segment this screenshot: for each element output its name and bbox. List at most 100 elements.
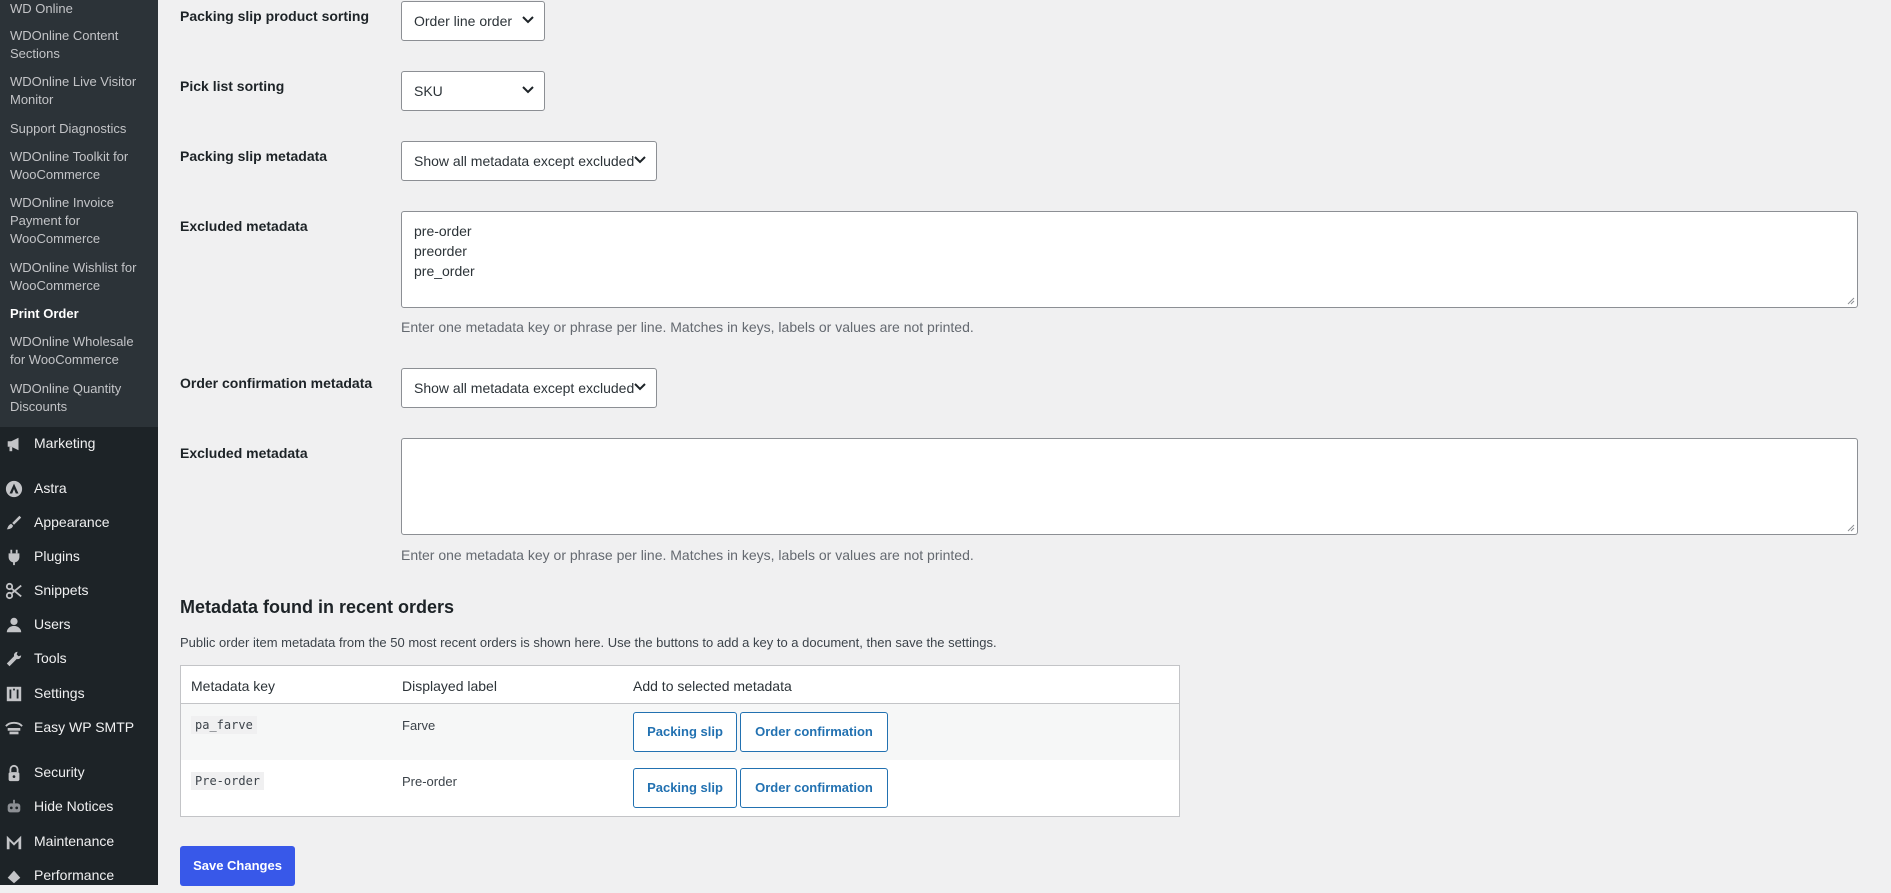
menu-label: Security bbox=[34, 764, 85, 780]
excluded-metadata-help: Enter one metadata key or phrase per lin… bbox=[401, 319, 974, 335]
select-value: Show all metadata except excluded bbox=[414, 380, 635, 396]
submenu-item-toolkit[interactable]: WDOnline Toolkit for WooCommerce bbox=[10, 148, 152, 184]
excluded-metadata-label-2: Excluded metadata bbox=[180, 445, 308, 461]
resize-handle-icon[interactable] bbox=[1847, 524, 1855, 532]
astra-icon bbox=[5, 480, 23, 498]
menu-item-marketing[interactable]: Marketing bbox=[0, 427, 158, 461]
table-row: pa_farve Farve Packing slip Order confir… bbox=[181, 704, 1179, 760]
menu-label: Users bbox=[34, 616, 71, 632]
add-order-confirmation-button[interactable]: Order confirmation bbox=[740, 712, 888, 752]
admin-sidebar: WD Online WDOnline Content Sections WDOnl… bbox=[0, 0, 158, 885]
submenu-label: Discounts bbox=[10, 399, 68, 414]
submenu-label: WDOnline Live Visitor bbox=[10, 74, 137, 89]
resize-handle-icon[interactable] bbox=[1847, 297, 1855, 305]
menu-label: Appearance bbox=[34, 514, 110, 530]
menu-item-plugins[interactable]: Plugins bbox=[0, 540, 158, 574]
submenu-label: WD Online bbox=[10, 1, 73, 16]
submenu-label: WooCommerce bbox=[10, 167, 101, 182]
select-value: SKU bbox=[414, 83, 443, 99]
menu-item-appearance[interactable]: Appearance bbox=[0, 506, 158, 540]
robot-icon bbox=[7, 799, 21, 813]
chevron-down-icon bbox=[634, 156, 646, 164]
megaphone-icon bbox=[7, 437, 19, 452]
menu-item-easy-wp-smtp[interactable]: Easy WP SMTP bbox=[0, 711, 158, 745]
pick-sort-select[interactable]: SKU bbox=[401, 71, 545, 111]
packing-meta-select[interactable]: Show all metadata except excluded bbox=[401, 141, 657, 181]
column-header-add-to-selected: Add to selected metadata bbox=[633, 678, 792, 694]
packing-sort-select[interactable]: Order line order bbox=[401, 1, 545, 41]
submenu-label: Print Order bbox=[10, 306, 79, 321]
save-changes-button[interactable]: Save Changes bbox=[180, 846, 295, 886]
menu-label: Snippets bbox=[34, 582, 89, 598]
metadata-key-code: Pre-order bbox=[191, 772, 265, 790]
user-icon bbox=[6, 617, 22, 633]
menu-item-users[interactable]: Users bbox=[0, 608, 158, 642]
submenu-label: WDOnline Quantity bbox=[10, 381, 122, 396]
table-row: Pre-order Pre-order Packing slip Order c… bbox=[181, 760, 1179, 816]
menu-label: Maintenance bbox=[34, 833, 115, 849]
displayed-label: Pre-order bbox=[402, 774, 457, 789]
submenu-item-wishlist[interactable]: WDOnline Wishlist for WooCommerce bbox=[10, 259, 152, 295]
plug-icon bbox=[8, 549, 20, 566]
metadata-section-heading: Metadata found in recent orders bbox=[180, 597, 455, 617]
submenu-label: Sections bbox=[10, 46, 60, 61]
menu-item-astra[interactable]: Astra bbox=[0, 472, 158, 506]
add-packing-slip-button[interactable]: Packing slip bbox=[633, 768, 737, 808]
submenu-item-print-order[interactable]: Print Order bbox=[10, 305, 152, 323]
submenu-item-wd-online[interactable]: WD Online bbox=[10, 0, 152, 18]
excluded-metadata-help-2: Enter one metadata key or phrase per lin… bbox=[401, 547, 974, 563]
submenu-item-invoice-payment[interactable]: WDOnline Invoice Payment for WooCommerce bbox=[10, 194, 152, 248]
lock-icon bbox=[8, 764, 20, 782]
submenu: WD Online WDOnline Content Sections WDOnl… bbox=[0, 0, 158, 427]
menu-item-maintenance[interactable]: Maintenance bbox=[0, 825, 158, 859]
confirm-meta-select[interactable]: Show all metadata except excluded bbox=[401, 368, 657, 408]
submenu-label: Payment for bbox=[10, 213, 81, 228]
excluded-metadata-label: Excluded metadata bbox=[180, 218, 308, 234]
metadata-table: Metadata key Displayed label Add to sele… bbox=[180, 665, 1180, 817]
menu-label: Easy WP SMTP bbox=[34, 719, 135, 735]
menu-item-settings[interactable]: Settings bbox=[0, 677, 158, 711]
smtp-icon bbox=[5, 721, 23, 735]
excluded-metadata-textarea[interactable]: pre-order preorder pre_order bbox=[401, 211, 1858, 308]
menu-label: Astra bbox=[34, 480, 67, 496]
menu-label: Marketing bbox=[34, 435, 96, 451]
submenu-label: Monitor bbox=[10, 92, 54, 107]
paintbrush-icon bbox=[6, 515, 22, 530]
metadata-section-description: Public order item metadata from the 50 m… bbox=[180, 635, 997, 650]
chevron-down-icon bbox=[522, 86, 534, 94]
menu-item-tools[interactable]: Tools bbox=[0, 642, 158, 676]
chevron-down-icon bbox=[634, 383, 646, 391]
submenu-label: WooCommerce bbox=[10, 278, 101, 293]
menu-item-security[interactable]: Security bbox=[0, 756, 158, 790]
menu-item-hide-notices[interactable]: Hide Notices bbox=[0, 790, 158, 824]
add-order-confirmation-button[interactable]: Order confirmation bbox=[740, 768, 888, 808]
submenu-item-live-visitor-monitor[interactable]: WDOnline Live Visitor Monitor bbox=[10, 73, 152, 109]
submenu-label: Support Diagnostics bbox=[10, 121, 127, 136]
metadata-key-code: pa_farve bbox=[191, 716, 257, 734]
column-header-metadata-key: Metadata key bbox=[191, 678, 276, 694]
select-value: Order line order bbox=[414, 13, 513, 29]
textarea-line: pre_order bbox=[414, 263, 475, 279]
add-packing-slip-button[interactable]: Packing slip bbox=[633, 712, 737, 752]
excluded-metadata-textarea-2[interactable] bbox=[401, 438, 1858, 535]
menu-label: Plugins bbox=[34, 548, 80, 564]
scissors-icon bbox=[5, 582, 22, 600]
submenu-item-quantity-discounts[interactable]: WDOnline Quantity Discounts bbox=[10, 380, 152, 416]
performance-icon bbox=[7, 870, 21, 884]
textarea-line: preorder bbox=[414, 243, 467, 259]
select-value: Show all metadata except excluded bbox=[414, 153, 635, 169]
confirm-meta-label: Order confirmation metadata bbox=[180, 375, 373, 391]
displayed-label: Farve bbox=[402, 718, 436, 733]
packing-meta-label: Packing slip metadata bbox=[180, 148, 328, 164]
submenu-label: WooCommerce bbox=[10, 231, 101, 246]
menu-item-performance[interactable]: Performance bbox=[0, 859, 158, 893]
settings-icon bbox=[6, 686, 22, 702]
submenu-item-support-diagnostics[interactable]: Support Diagnostics bbox=[10, 120, 152, 138]
packing-sort-label: Packing slip product sorting bbox=[180, 8, 370, 24]
submenu-item-wholesale[interactable]: WDOnline Wholesale for WooCommerce bbox=[10, 333, 152, 369]
submenu-label: WDOnline Content bbox=[10, 28, 119, 43]
submenu-item-content-sections[interactable]: WDOnline Content Sections bbox=[10, 27, 152, 63]
menu-label: Tools bbox=[34, 650, 67, 666]
submenu-label: for WooCommerce bbox=[10, 352, 119, 367]
menu-item-snippets[interactable]: Snippets bbox=[0, 574, 158, 608]
